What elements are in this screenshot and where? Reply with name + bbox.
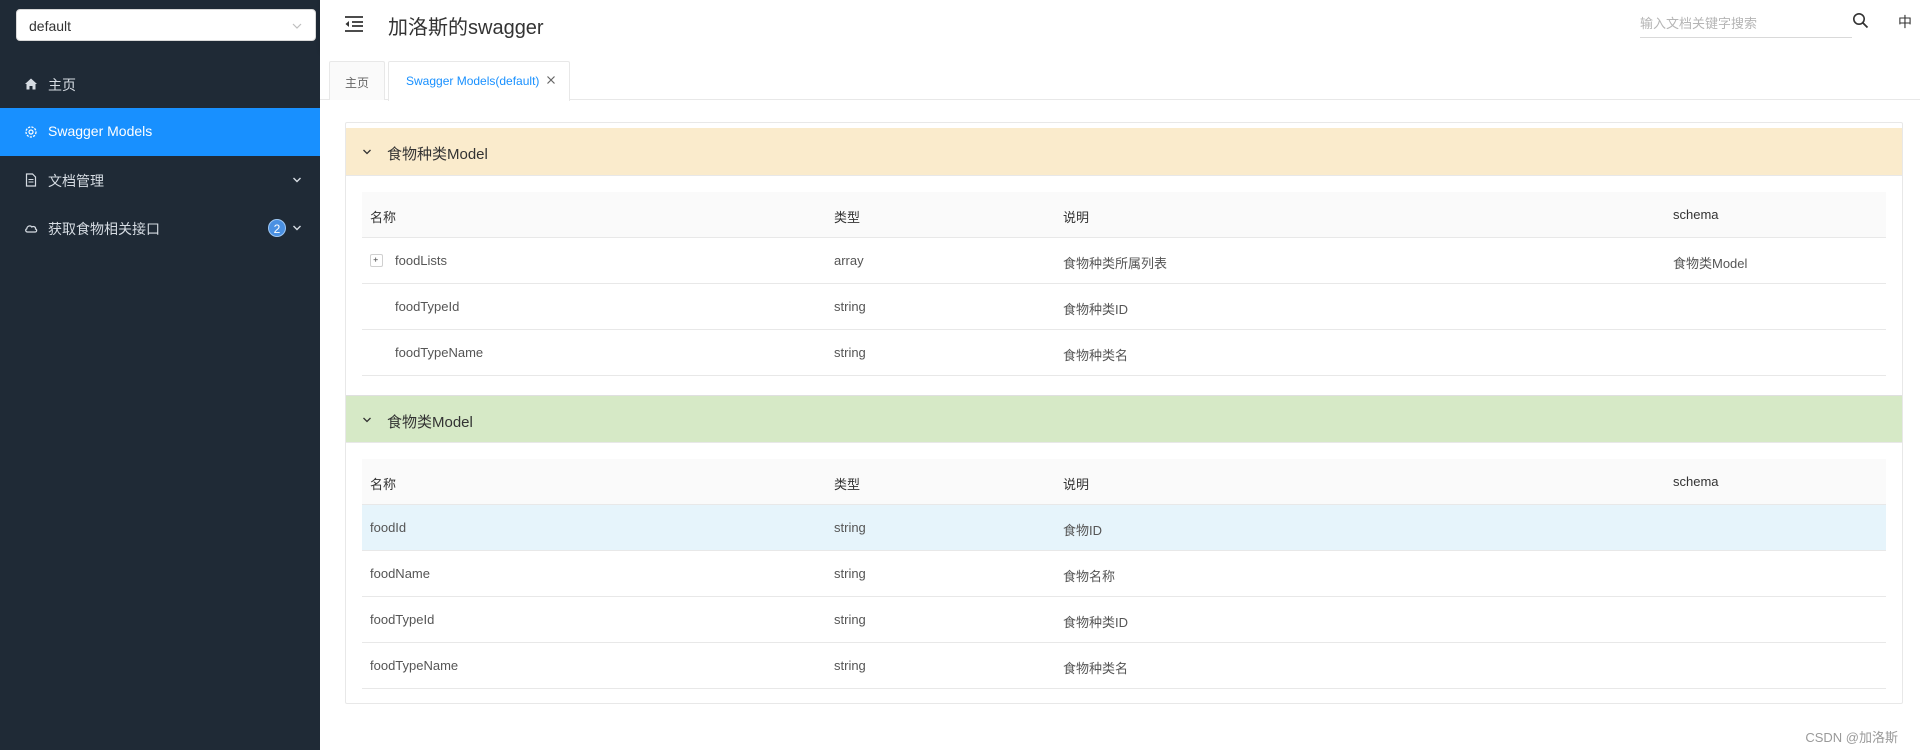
- language-switch[interactable]: 中: [1898, 12, 1912, 32]
- column-header-type: 类型: [834, 477, 861, 492]
- models-container: 食物种类Model 名称 类型 说明 schema foodLists arra…: [345, 122, 1903, 704]
- sidebar-item-swagger-models[interactable]: Swagger Models: [0, 108, 320, 156]
- table-header-row: 名称 类型 说明 schema: [362, 192, 1886, 238]
- field-name: foodTypeName: [395, 345, 484, 360]
- field-desc: 食物名称: [1063, 569, 1116, 584]
- field-type: string: [834, 612, 866, 627]
- field-desc: 食物ID: [1063, 523, 1103, 538]
- app-title: 加洛斯的swagger: [388, 17, 544, 39]
- field-type: string: [834, 299, 866, 314]
- chevron-down-icon: [292, 23, 302, 29]
- field-desc: 食物种类所属列表: [1063, 256, 1168, 271]
- field-schema: 食物类Model: [1673, 256, 1748, 271]
- field-type: string: [834, 345, 866, 360]
- top-header: 加洛斯的swagger 中: [320, 0, 1920, 52]
- field-desc: 食物种类名: [1063, 348, 1129, 363]
- watermark: CSDN @加洛斯: [1805, 730, 1898, 745]
- field-desc: 食物种类ID: [1063, 615, 1129, 630]
- field-type: string: [834, 658, 866, 673]
- sidebar-item-home[interactable]: 主页: [0, 60, 320, 108]
- sidebar-item-label: Swagger Models: [48, 123, 153, 139]
- chevron-down-icon: [293, 225, 301, 231]
- field-type: string: [834, 566, 866, 581]
- field-name: foodTypeId: [370, 612, 435, 627]
- model-table: 名称 类型 说明 schema foodId string 食物ID foodN…: [362, 459, 1886, 689]
- search-input[interactable]: [1640, 12, 1840, 34]
- group-select[interactable]: default: [16, 9, 316, 41]
- tab-bar: 主页 Swagger Models(default): [320, 52, 1920, 101]
- field-name: foodTypeId: [395, 299, 460, 314]
- model-table: 名称 类型 说明 schema foodLists array 食物种类所属列表…: [362, 192, 1886, 376]
- model-title: 食物种类Model: [387, 146, 488, 163]
- model-panel-header[interactable]: 食物类Model: [346, 395, 1902, 443]
- cloud-icon: [25, 225, 38, 233]
- field-type: array: [834, 253, 864, 268]
- field-name: foodTypeName: [370, 658, 459, 673]
- search-box: [1640, 8, 1852, 38]
- table-row[interactable]: foodTypeId string 食物种类ID: [362, 597, 1886, 643]
- field-name: foodLists: [395, 253, 448, 268]
- home-icon: [25, 78, 37, 90]
- settings-icon: [25, 126, 37, 138]
- menu-fold-icon[interactable]: [344, 15, 364, 33]
- column-header-type: 类型: [834, 210, 861, 225]
- column-header-desc: 说明: [1063, 210, 1090, 225]
- chevron-down-icon: [363, 149, 371, 155]
- field-name: foodId: [370, 520, 407, 535]
- column-header-desc: 说明: [1063, 477, 1090, 492]
- column-header-name: 名称: [370, 477, 397, 492]
- table-row[interactable]: foodTypeName string 食物种类名: [362, 330, 1886, 376]
- model-title: 食物类Model: [387, 414, 473, 431]
- table-row[interactable]: foodId string 食物ID: [362, 505, 1886, 551]
- group-select-value: default: [29, 18, 72, 34]
- column-header-schema: schema: [1673, 474, 1719, 489]
- sidebar-item-label: 主页: [48, 77, 76, 93]
- table-header-row: 名称 类型 说明 schema: [362, 459, 1886, 505]
- sidebar: default 主页 Swagger Models 文档管理 获取食物相关接口 …: [0, 0, 320, 750]
- table-row[interactable]: foodTypeId string 食物种类ID: [362, 284, 1886, 330]
- sidebar-item-label: 文档管理: [48, 173, 104, 189]
- sidebar-menu: 主页 Swagger Models 文档管理 获取食物相关接口 2: [0, 60, 320, 252]
- field-desc: 食物种类名: [1063, 661, 1129, 676]
- model-panel-header[interactable]: 食物种类Model: [346, 128, 1902, 176]
- table-row[interactable]: foodLists array 食物种类所属列表 食物类Model: [362, 238, 1886, 284]
- sidebar-item-label: 获取食物相关接口: [48, 221, 160, 237]
- field-type: string: [834, 520, 866, 535]
- field-name: foodName: [370, 566, 430, 581]
- chevron-down-icon: [293, 177, 301, 183]
- table-row[interactable]: foodTypeName string 食物种类名: [362, 643, 1886, 689]
- tab-label: 主页: [345, 76, 370, 90]
- expand-icon[interactable]: [370, 254, 383, 267]
- tab-home[interactable]: 主页: [329, 61, 385, 100]
- close-icon[interactable]: [546, 75, 556, 85]
- field-desc: 食物种类ID: [1063, 302, 1129, 317]
- count-badge: 2: [268, 219, 286, 237]
- sidebar-item-food-api[interactable]: 获取食物相关接口 2: [0, 204, 320, 252]
- tab-label: Swagger Models(default): [406, 74, 540, 88]
- search-icon[interactable]: [1852, 12, 1869, 29]
- document-icon: [25, 173, 37, 187]
- table-row[interactable]: foodName string 食物名称: [362, 551, 1886, 597]
- column-header-schema: schema: [1673, 207, 1719, 222]
- chevron-down-icon: [363, 417, 371, 423]
- sidebar-item-doc-management[interactable]: 文档管理: [0, 156, 320, 204]
- column-header-name: 名称: [370, 210, 397, 225]
- tab-swagger-models[interactable]: Swagger Models(default): [388, 61, 570, 101]
